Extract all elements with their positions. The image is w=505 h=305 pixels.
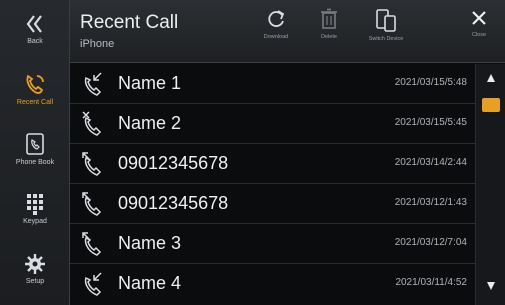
call-time: 2021/03/15/5:48 — [394, 77, 467, 88]
sidebar-item-keypad[interactable]: Keypad — [0, 180, 70, 238]
scroll-up-icon[interactable] — [487, 74, 495, 82]
call-time: 2021/03/11/4:52 — [395, 277, 467, 288]
recent-call-list: Name 1 2021/03/15/5:48 Name 2 2021/03/15… — [70, 64, 475, 305]
call-name: Name 3 — [118, 233, 182, 253]
list-item[interactable]: Name 3 2021/03/12/7:04 — [70, 224, 475, 264]
sidebar-item-label: Setup — [25, 278, 45, 285]
chevron-left-icon — [26, 15, 42, 33]
back-label: Back — [27, 38, 43, 45]
scrollbar[interactable] — [475, 64, 505, 305]
page-title: Recent Call — [80, 12, 179, 33]
recent-call-icon — [26, 74, 44, 94]
download-button[interactable]: Download — [250, 8, 302, 58]
call-name: 09012345678 — [118, 153, 229, 173]
call-name: 09012345678 — [118, 193, 229, 213]
scroll-down-icon[interactable] — [487, 282, 495, 290]
list-item[interactable]: Name 4 2021/03/11/4:52 — [70, 264, 475, 304]
gear-icon — [25, 254, 45, 274]
call-time: 2021/03/15/5:45 — [394, 117, 467, 128]
refresh-icon — [268, 10, 285, 27]
header: Recent Call iPhone Download Delete Switc… — [70, 0, 505, 63]
switch-device-button[interactable]: Switch Device — [360, 8, 412, 58]
list-item[interactable]: Name 1 2021/03/15/5:48 — [70, 64, 475, 104]
list-item[interactable]: 09012345678 2021/03/12/1:43 — [70, 184, 475, 224]
delete-label: Delete — [321, 34, 337, 40]
list-item[interactable]: 09012345678 2021/03/14/2:44 — [70, 144, 475, 184]
scroll-thumb[interactable] — [482, 98, 500, 112]
download-label: Download — [263, 34, 289, 40]
sidebar-item-label: Recent Call — [16, 99, 54, 106]
switch-device-label: Switch Device — [368, 36, 404, 42]
keypad-icon — [27, 194, 43, 215]
device-name: iPhone — [80, 38, 115, 50]
missed-call-icon — [82, 111, 102, 136]
sidebar-item-recent-call[interactable]: Recent Call — [0, 60, 70, 118]
call-name: Name 1 — [118, 73, 182, 93]
outgoing-call-icon — [82, 232, 102, 256]
switch-device-icon — [376, 9, 396, 32]
incoming-call-icon — [84, 72, 102, 96]
back-button[interactable]: Back — [0, 0, 70, 58]
call-time: 2021/03/14/2:44 — [394, 157, 467, 168]
close-label: Close — [471, 32, 487, 38]
delete-button[interactable]: Delete — [303, 8, 355, 58]
sidebar-item-label: Keypad — [23, 218, 47, 225]
incoming-call-icon — [84, 272, 102, 296]
call-name: Name 4 — [118, 273, 182, 293]
sidebar-item-label: Phone Book — [15, 159, 55, 166]
call-time: 2021/03/12/7:04 — [394, 237, 467, 248]
call-time: 2021/03/12/1:43 — [394, 197, 467, 208]
phone-book-icon — [26, 133, 44, 155]
close-icon — [472, 11, 486, 25]
close-button[interactable]: Close — [453, 8, 505, 58]
sidebar-item-setup[interactable]: Setup — [0, 240, 70, 298]
trash-icon — [321, 8, 337, 29]
sidebar: Back Recent Call Phone Book Keypad Setup — [0, 0, 70, 305]
sidebar-item-phone-book[interactable]: Phone Book — [0, 120, 70, 178]
outgoing-call-icon — [82, 192, 102, 216]
list-item[interactable]: Name 2 2021/03/15/5:45 — [70, 104, 475, 144]
call-name: Name 2 — [118, 113, 182, 133]
outgoing-call-icon — [82, 152, 102, 176]
